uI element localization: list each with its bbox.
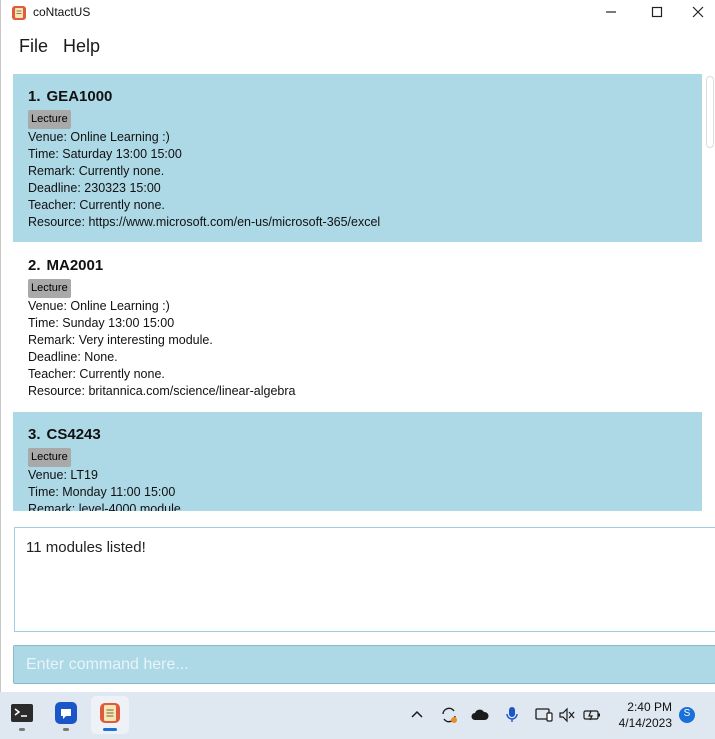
module-deadline: Deadline: None. [28, 350, 118, 364]
module-title: 2. MA2001 [28, 257, 702, 275]
module-index: 2. [28, 257, 41, 274]
close-icon [692, 5, 704, 23]
app-notebook-icon [11, 5, 27, 21]
running-indicator [103, 728, 117, 731]
taskbar: 2:40 PM 4/14/2023 [0, 692, 715, 739]
module-time: Time: Saturday 13:00 15:00 [28, 147, 182, 161]
module-code: MA2001 [46, 257, 104, 274]
clock-date: 4/14/2023 [618, 716, 672, 730]
module-remark: Remark: level-4000 module [28, 502, 181, 511]
app-store-icon [54, 701, 78, 730]
module-tag: Lecture [28, 448, 71, 467]
module-card[interactable]: 2. MA2001 Lecture Venue: Online Learning … [13, 243, 702, 411]
module-title: 1. GEA1000 [28, 88, 702, 106]
taskbar-contactus[interactable] [91, 696, 129, 734]
chevron-up-icon[interactable] [408, 706, 426, 724]
result-message: 11 modules listed! [26, 539, 146, 556]
module-card[interactable]: 1. GEA1000 Lecture Venue: Online Learning… [13, 74, 702, 242]
minimize-button[interactable] [588, 0, 634, 27]
microphone-icon[interactable] [503, 706, 521, 724]
menu-bar: File Help [1, 30, 715, 64]
title-bar[interactable]: coNtactUS [1, 0, 715, 27]
battery-icon[interactable] [583, 706, 601, 724]
window-title: coNtactUS [33, 5, 91, 19]
module-resource: Resource: britannica.com/science/linear-… [28, 384, 296, 398]
module-resource: Resource: https://www.microsoft.com/en-u… [28, 215, 381, 229]
list-scrollbar[interactable] [706, 76, 714, 148]
sync-icon[interactable] [440, 706, 458, 724]
maximize-icon [651, 5, 663, 23]
module-title: 3. CS4243 [28, 426, 702, 444]
system-clock[interactable]: 2:40 PM 4/14/2023 [608, 699, 672, 731]
module-card[interactable]: 3. CS4243 Lecture Venue: LT19 Time: Monda… [13, 412, 702, 511]
app-window: coNtactUS File Help 1. GEA1000 Lecture V… [0, 0, 715, 692]
user-avatar[interactable]: S [679, 707, 695, 728]
running-indicator [63, 728, 69, 731]
module-teacher: Teacher: Currently none. [28, 198, 165, 212]
module-index: 1. [28, 88, 41, 105]
module-code: CS4243 [46, 426, 101, 443]
module-deadline: Deadline: 230323 15:00 [28, 181, 161, 195]
module-tag: Lecture [28, 110, 71, 129]
result-display: 11 modules listed! [14, 527, 715, 632]
module-venue: Venue: Online Learning :) [28, 299, 170, 313]
running-indicator [19, 728, 25, 731]
taskbar-terminal[interactable] [3, 696, 41, 734]
minimize-icon [605, 5, 617, 23]
module-tag: Lecture [28, 279, 71, 298]
close-button[interactable] [680, 0, 715, 27]
module-time: Time: Sunday 13:00 15:00 [28, 316, 175, 330]
module-venue: Venue: LT19 [28, 468, 98, 482]
module-teacher: Teacher: Currently none. [28, 367, 165, 381]
menu-file[interactable]: File [19, 36, 48, 57]
module-index: 3. [28, 426, 41, 443]
module-venue: Venue: Online Learning :) [28, 130, 170, 144]
terminal-icon [10, 703, 34, 728]
avatar-initial: S [683, 708, 691, 719]
cloud-icon[interactable] [471, 706, 489, 724]
module-remark: Remark: Currently none. [28, 164, 165, 178]
module-list[interactable]: 1. GEA1000 Lecture Venue: Online Learning… [13, 74, 715, 511]
module-remark: Remark: Very interesting module. [28, 333, 213, 347]
module-time: Time: Monday 11:00 15:00 [28, 485, 176, 499]
module-code: GEA1000 [46, 88, 113, 105]
taskbar-app-2[interactable] [47, 696, 85, 734]
clock-time: 2:40 PM [627, 700, 672, 714]
menu-help[interactable]: Help [63, 36, 100, 57]
notebook-icon [98, 701, 122, 730]
maximize-button[interactable] [634, 0, 680, 27]
speaker-muted-icon[interactable] [558, 706, 576, 724]
display-icon[interactable] [535, 706, 553, 724]
command-box[interactable] [13, 645, 715, 684]
command-input[interactable] [14, 646, 715, 683]
